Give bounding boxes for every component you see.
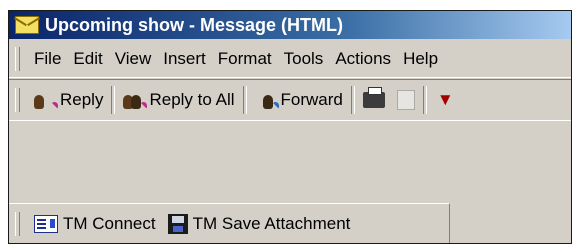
- window-title: Upcoming show - Message (HTML): [45, 14, 344, 35]
- menu-help[interactable]: Help: [397, 49, 444, 69]
- menu-insert[interactable]: Insert: [157, 49, 212, 69]
- reply-all-label: Reply to All: [149, 90, 235, 109]
- toolbar-overflow-icon[interactable]: ▼: [437, 90, 454, 110]
- menu-actions[interactable]: Actions: [329, 49, 397, 69]
- forward-icon: [255, 91, 279, 109]
- tm-toolbar-grip[interactable]: [15, 212, 20, 236]
- menu-bar-grip[interactable]: [15, 47, 20, 71]
- floppy-disk-icon: [167, 214, 188, 234]
- reply-all-icon: [123, 91, 148, 109]
- tm-toolbar: TM Connect TM Save Attachment: [9, 203, 450, 243]
- reply-button[interactable]: Reply: [28, 84, 109, 116]
- menu-tools[interactable]: Tools: [278, 49, 330, 69]
- menu-edit[interactable]: Edit: [67, 49, 108, 69]
- toolbar-separator: [422, 86, 427, 114]
- copy-icon[interactable]: [396, 90, 415, 110]
- tm-connect-label: TM Connect: [63, 214, 156, 233]
- menu-format[interactable]: Format: [212, 49, 278, 69]
- printer-icon[interactable]: [362, 87, 385, 108]
- tm-save-attachment-button[interactable]: TM Save Attachment: [162, 208, 357, 240]
- tm-save-attachment-label: TM Save Attachment: [192, 214, 351, 233]
- message-window: Upcoming show - Message (HTML) File Edit…: [8, 10, 572, 244]
- forward-label: Forward: [280, 90, 343, 109]
- empty-toolbar-area: [9, 121, 571, 199]
- title-bar[interactable]: Upcoming show - Message (HTML): [9, 11, 571, 39]
- toolbar-separator: [350, 86, 355, 114]
- reply-label: Reply: [60, 90, 104, 109]
- toolbar-separator: [111, 86, 116, 114]
- toolbar-grip[interactable]: [15, 88, 20, 112]
- reply-icon: [34, 91, 58, 109]
- toolbar-separator: [242, 86, 247, 114]
- tm-connect-button[interactable]: TM Connect: [28, 208, 162, 240]
- menu-view[interactable]: View: [109, 49, 158, 69]
- envelope-icon: [15, 16, 39, 34]
- standard-toolbar: Reply Reply to All Forward ▼: [9, 79, 571, 121]
- menu-bar: File Edit View Insert Format Tools Actio…: [9, 41, 571, 78]
- menu-file[interactable]: File: [28, 49, 67, 69]
- reply-all-button[interactable]: Reply to All: [117, 84, 240, 116]
- tm-connect-icon: [34, 215, 58, 233]
- forward-button[interactable]: Forward: [249, 84, 349, 116]
